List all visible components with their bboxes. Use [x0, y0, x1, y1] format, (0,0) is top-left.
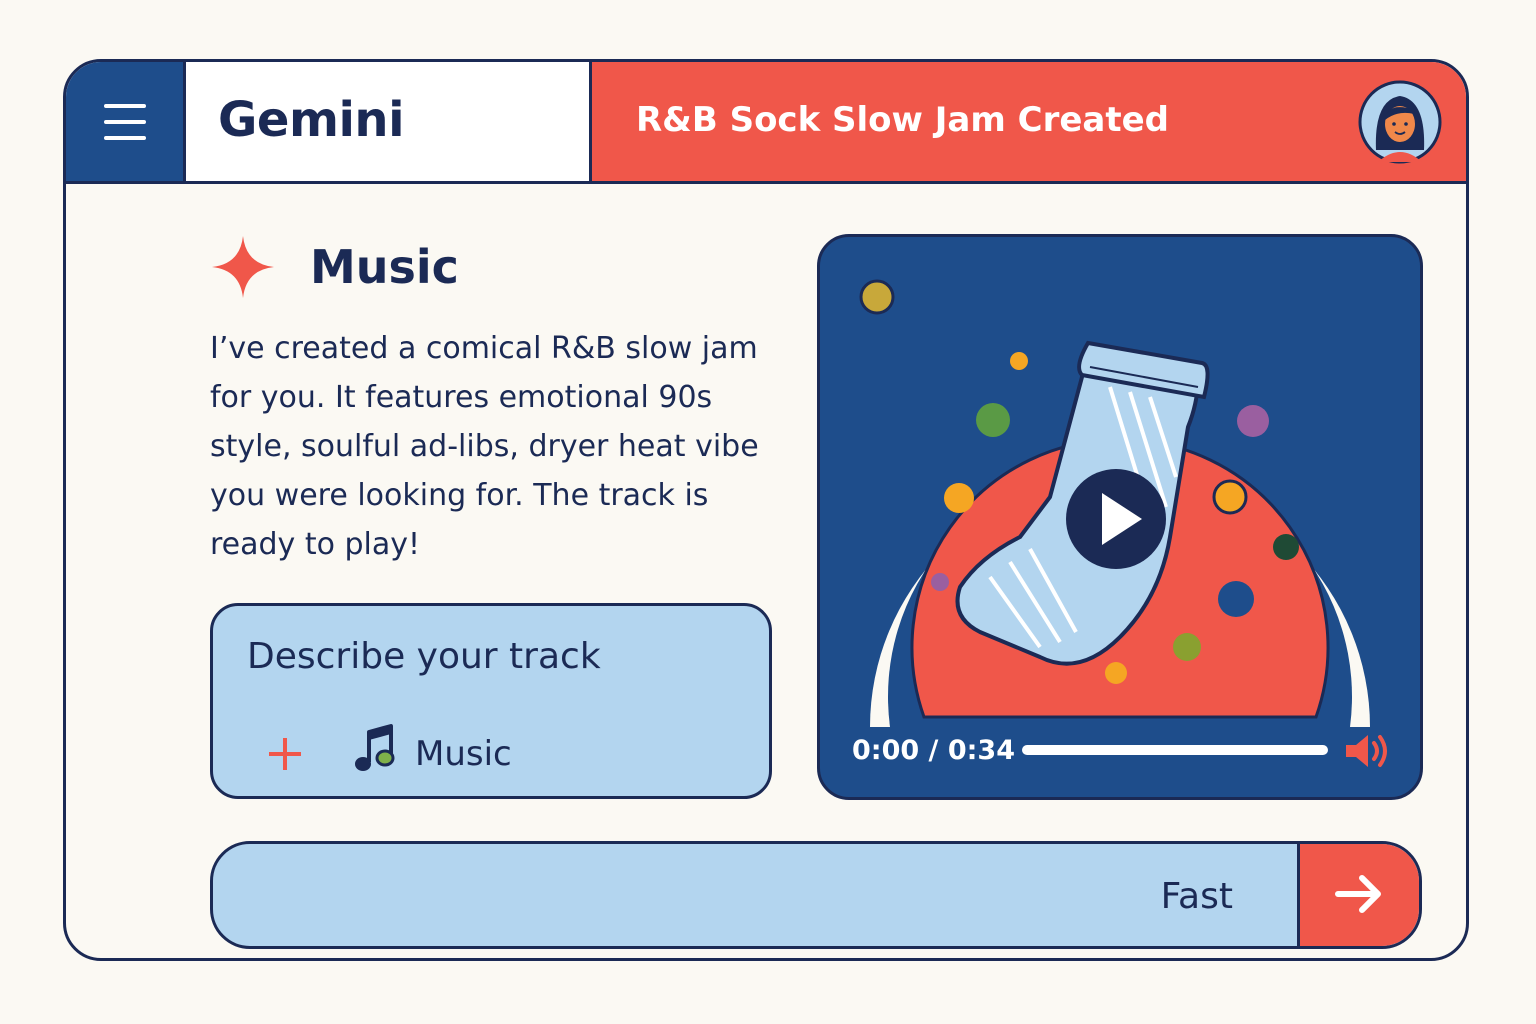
menu-icon: [104, 104, 146, 108]
describe-track-card[interactable]: Describe your track Music: [210, 603, 772, 799]
track-time: 0:00 / 0:34: [852, 735, 1015, 766]
audio-player: 0:00 / 0:34: [817, 234, 1423, 800]
chat-input-bar[interactable]: Fast: [210, 841, 1422, 949]
track-artwork: [859, 279, 1370, 727]
menu-icon-bar: [104, 136, 146, 140]
section-heading: Music: [210, 232, 710, 302]
volume-icon[interactable]: [1342, 731, 1392, 771]
brand-area: Gemini: [186, 62, 592, 181]
chat-title-bar: R&B Sock Slow Jam Created: [592, 62, 1466, 181]
music-note-icon: [355, 724, 395, 771]
progress-bar[interactable]: [1022, 745, 1328, 755]
header: Gemini R&B Sock Slow Jam Created: [66, 62, 1466, 184]
send-button[interactable]: [1297, 844, 1419, 946]
brand-logo: Gemini: [218, 92, 405, 148]
describe-track-input[interactable]: Describe your track: [247, 636, 601, 677]
avatar[interactable]: [1358, 80, 1442, 164]
arrow-right-icon: [1335, 875, 1381, 913]
add-icon[interactable]: [265, 734, 305, 774]
chat-title: R&B Sock Slow Jam Created: [636, 100, 1170, 140]
menu-icon-bar: [104, 120, 146, 124]
menu-button[interactable]: [66, 62, 186, 181]
sparkle-icon: [212, 236, 274, 298]
assistant-message: I’ve created a comical R&B slow jam for …: [210, 331, 759, 562]
mode-selector[interactable]: Fast: [1161, 876, 1233, 917]
app-window: Gemini R&B Sock Slow Jam Created Music I…: [63, 59, 1469, 961]
section-title: Music: [310, 240, 459, 294]
music-chip-label[interactable]: Music: [415, 734, 512, 774]
